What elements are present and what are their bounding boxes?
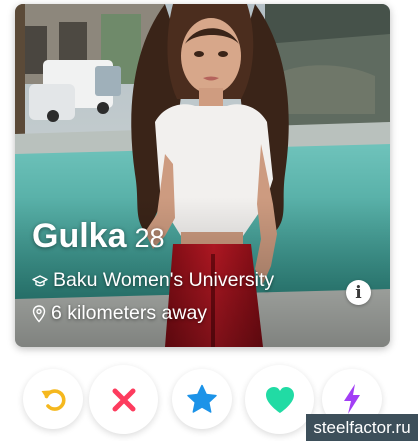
profile-name-age: Gulka 28 [32,217,165,256]
graduation-cap-icon [32,274,48,286]
x-icon [112,388,135,411]
rewind-icon [41,389,66,411]
profile-school: Baku Women's University [53,269,275,291]
super-like-button[interactable] [172,369,232,429]
profile-name: Gulka [32,217,127,255]
location-pin-icon [32,304,46,323]
info-icon[interactable]: i [346,280,371,305]
star-icon [187,384,217,413]
profile-distance: 6 kilometers away [51,302,208,324]
like-button[interactable] [245,365,314,434]
heart-icon [265,386,294,413]
profile-card[interactable]: Gulka 28 Baku Women's University 6 kilome… [15,4,390,347]
profile-school-row: Baku Women's University [32,269,274,292]
profile-age: 28 [134,223,165,253]
profile-distance-row: 6 kilometers away [32,302,207,325]
watermark: steelfactor.ru [306,414,418,441]
lightning-icon [344,384,360,414]
nope-button[interactable] [89,365,158,434]
rewind-button[interactable] [23,369,83,429]
